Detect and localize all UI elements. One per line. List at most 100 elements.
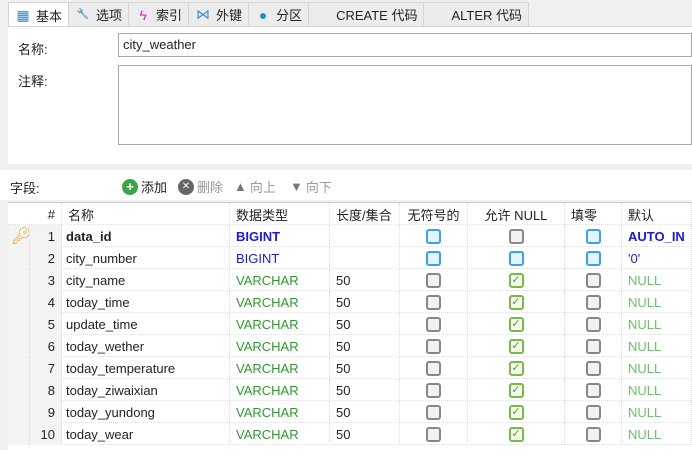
- table-row[interactable]: 9 today_yundong VARCHAR 50 ✓ NULL: [8, 401, 692, 423]
- nullable-checkbox[interactable]: [508, 228, 524, 244]
- unsigned-checkbox[interactable]: [426, 426, 441, 442]
- table-row[interactable]: 2 city_number BIGINT '0': [8, 247, 692, 269]
- field-length[interactable]: 50: [330, 273, 350, 288]
- lightning-icon: ϟ: [139, 6, 147, 23]
- unsigned-checkbox[interactable]: [426, 382, 441, 398]
- field-name[interactable]: today_time: [62, 295, 130, 310]
- add-button[interactable]: + 添加: [122, 177, 167, 196]
- nullable-checkbox[interactable]: ✓: [508, 338, 524, 354]
- column-header[interactable]: #: [30, 203, 62, 225]
- zerofill-checkbox[interactable]: [585, 294, 601, 310]
- tab-6[interactable]: ALTER 代码: [423, 2, 530, 26]
- column-header[interactable]: 允许 NULL: [468, 203, 565, 225]
- table-row[interactable]: 3 city_name VARCHAR 50 ✓ NULL: [8, 269, 692, 291]
- table-row[interactable]: 6 today_wether VARCHAR 50 ✓ NULL: [8, 335, 692, 357]
- field-default[interactable]: NULL: [622, 427, 661, 442]
- field-name[interactable]: city_name: [62, 273, 125, 288]
- nullable-checkbox[interactable]: ✓: [508, 294, 524, 310]
- column-header[interactable]: 数据类型: [230, 203, 330, 225]
- table-row[interactable]: 7 today_temperature VARCHAR 50 ✓ NULL: [8, 357, 692, 379]
- field-name[interactable]: today_yundong: [62, 405, 155, 420]
- column-header[interactable]: 默认: [622, 203, 692, 225]
- field-default[interactable]: NULL: [622, 317, 661, 332]
- field-type[interactable]: VARCHAR: [230, 317, 299, 332]
- tab-4[interactable]: ● 分区: [248, 2, 310, 26]
- table-row[interactable]: 8 today_ziwaixian VARCHAR 50 ✓ NULL: [8, 379, 692, 401]
- delete-button[interactable]: ✕ 删除: [178, 177, 223, 196]
- zerofill-checkbox[interactable]: [585, 382, 601, 398]
- nullable-checkbox[interactable]: ✓: [508, 360, 524, 376]
- field-default[interactable]: NULL: [622, 295, 661, 310]
- name-input[interactable]: city_weather: [118, 33, 692, 57]
- move-down-button[interactable]: ▼ 向下: [290, 177, 332, 196]
- table-row[interactable]: 🔑︎ 1 data_id BIGINT AUTO_IN: [8, 225, 692, 247]
- nullable-checkbox[interactable]: ✓: [508, 426, 524, 442]
- unsigned-checkbox[interactable]: [426, 228, 441, 244]
- zerofill-checkbox[interactable]: [585, 228, 601, 244]
- zerofill-checkbox[interactable]: [585, 338, 601, 354]
- field-length[interactable]: 50: [330, 405, 350, 420]
- zerofill-checkbox[interactable]: [585, 272, 601, 288]
- field-type[interactable]: VARCHAR: [230, 427, 299, 442]
- comment-input[interactable]: [118, 65, 692, 145]
- tab-2[interactable]: ϟ 索引: [128, 2, 190, 26]
- field-type[interactable]: VARCHAR: [230, 405, 299, 420]
- field-type[interactable]: BIGINT: [230, 251, 279, 266]
- nullable-checkbox[interactable]: ✓: [508, 382, 524, 398]
- field-name[interactable]: data_id: [62, 229, 112, 244]
- field-type[interactable]: VARCHAR: [230, 383, 299, 398]
- unsigned-checkbox[interactable]: [426, 360, 441, 376]
- field-type[interactable]: BIGINT: [230, 229, 280, 244]
- field-name[interactable]: city_number: [62, 251, 137, 266]
- zerofill-checkbox[interactable]: [585, 426, 601, 442]
- field-type[interactable]: VARCHAR: [230, 339, 299, 354]
- field-name[interactable]: today_wear: [62, 427, 133, 442]
- table-row[interactable]: 4 today_time VARCHAR 50 ✓ NULL: [8, 291, 692, 313]
- column-header[interactable]: 填零: [565, 203, 622, 225]
- unsigned-checkbox[interactable]: [426, 404, 441, 420]
- zerofill-checkbox[interactable]: [585, 360, 601, 376]
- column-header[interactable]: 无符号的: [400, 203, 468, 225]
- zerofill-checkbox[interactable]: [585, 404, 601, 420]
- unsigned-checkbox[interactable]: [426, 294, 441, 310]
- column-header[interactable]: 长度/集合: [330, 203, 400, 225]
- nullable-checkbox[interactable]: ✓: [508, 404, 524, 420]
- unsigned-checkbox[interactable]: [426, 250, 441, 266]
- field-name[interactable]: today_temperature: [62, 361, 175, 376]
- field-name[interactable]: today_wether: [62, 339, 144, 354]
- field-type[interactable]: VARCHAR: [230, 295, 299, 310]
- field-length[interactable]: 50: [330, 427, 350, 442]
- tab-0[interactable]: ▦ 基本: [8, 2, 70, 28]
- field-default[interactable]: AUTO_IN: [622, 229, 685, 244]
- tab-1[interactable]: 🔧 选项: [68, 2, 130, 26]
- field-length[interactable]: 50: [330, 361, 350, 376]
- table-row[interactable]: 5 update_time VARCHAR 50 ✓ NULL: [8, 313, 692, 335]
- zerofill-checkbox[interactable]: [585, 316, 601, 332]
- nullable-checkbox[interactable]: ✓: [508, 316, 524, 332]
- column-header[interactable]: 名称: [62, 203, 230, 225]
- tab-5[interactable]: CREATE 代码: [308, 2, 425, 26]
- field-default[interactable]: NULL: [622, 273, 661, 288]
- tab-3[interactable]: ⋈ 外键: [188, 2, 250, 26]
- field-name[interactable]: update_time: [62, 317, 138, 332]
- field-length[interactable]: 50: [330, 317, 350, 332]
- nullable-checkbox[interactable]: ✓: [508, 272, 524, 288]
- move-up-button[interactable]: ▲ 向上: [234, 177, 276, 196]
- field-length[interactable]: 50: [330, 383, 350, 398]
- table-row[interactable]: 10 today_wear VARCHAR 50 ✓ NULL: [8, 423, 692, 445]
- nullable-checkbox[interactable]: [508, 250, 524, 266]
- unsigned-checkbox[interactable]: [426, 272, 441, 288]
- field-type[interactable]: VARCHAR: [230, 273, 299, 288]
- field-default[interactable]: NULL: [622, 383, 661, 398]
- field-length[interactable]: 50: [330, 339, 350, 354]
- unsigned-checkbox[interactable]: [426, 338, 441, 354]
- field-default[interactable]: NULL: [622, 405, 661, 420]
- field-default[interactable]: NULL: [622, 339, 661, 354]
- field-default[interactable]: '0': [622, 251, 640, 266]
- field-type[interactable]: VARCHAR: [230, 361, 299, 376]
- zerofill-checkbox[interactable]: [585, 250, 601, 266]
- field-default[interactable]: NULL: [622, 361, 661, 376]
- field-length[interactable]: 50: [330, 295, 350, 310]
- unsigned-checkbox[interactable]: [426, 316, 441, 332]
- field-name[interactable]: today_ziwaixian: [62, 383, 158, 398]
